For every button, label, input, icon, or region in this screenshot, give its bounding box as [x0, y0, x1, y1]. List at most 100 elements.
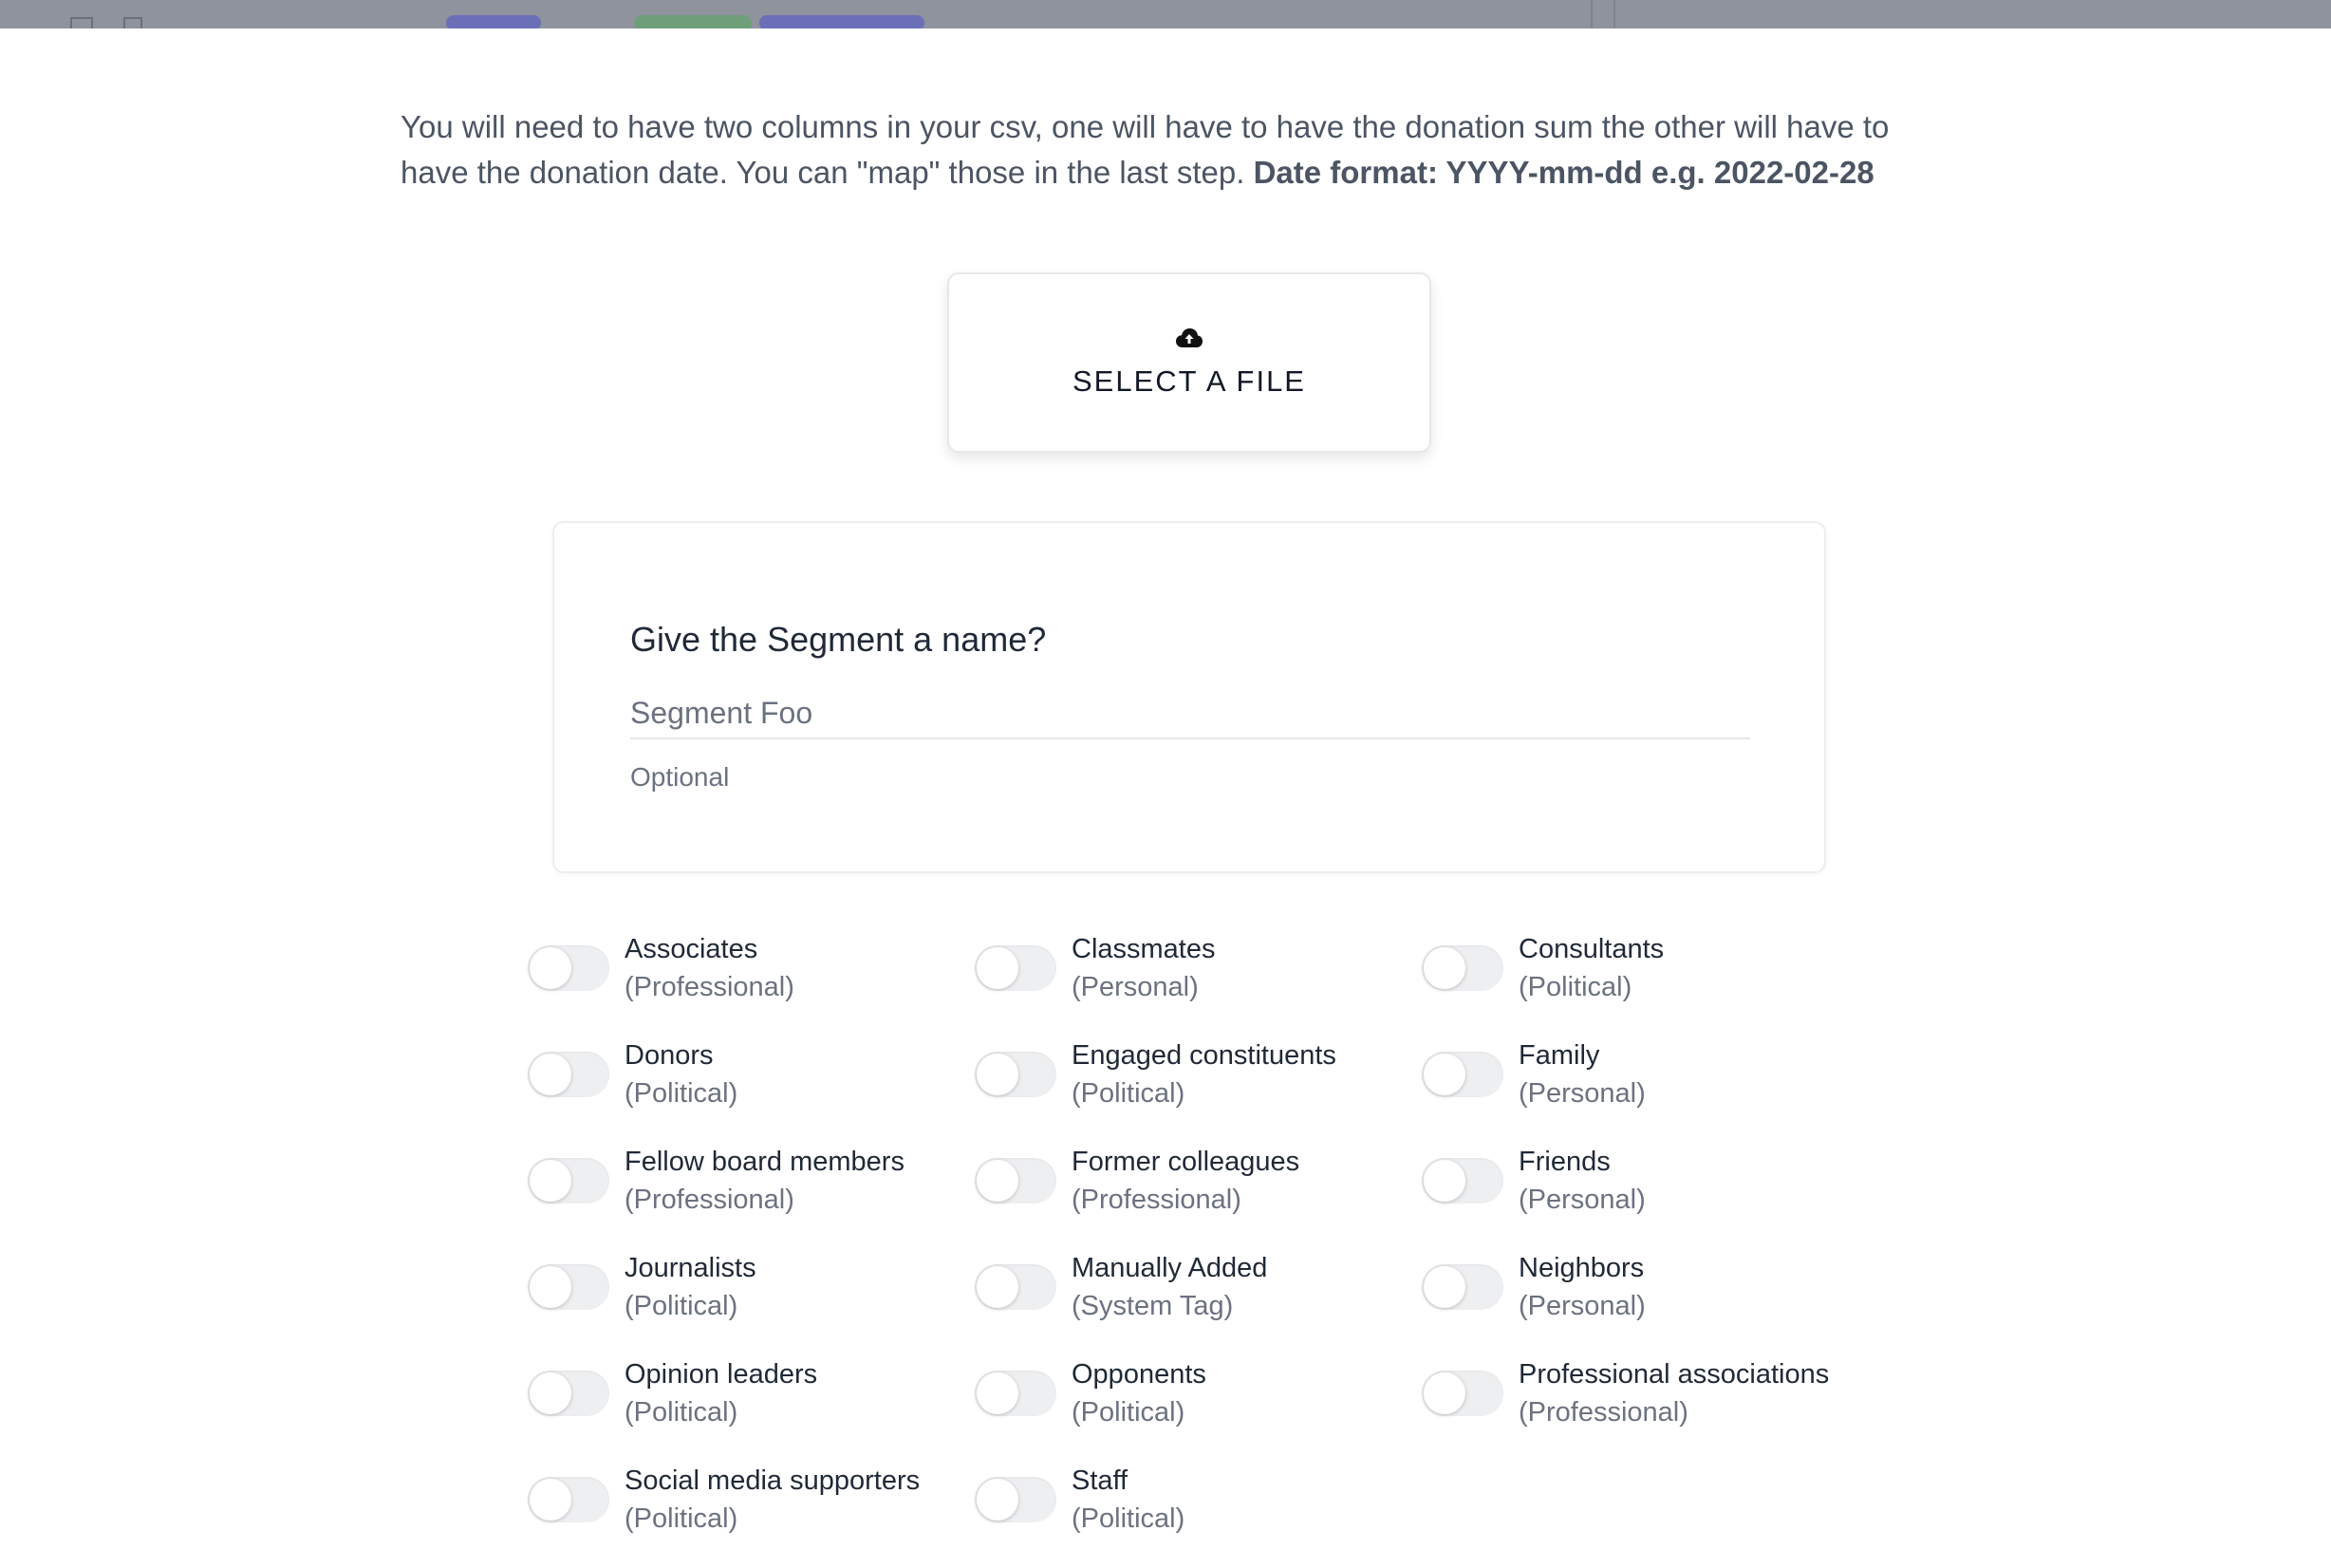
tag-name: Manually Added: [1072, 1253, 1268, 1283]
tag-category: (Professional): [1519, 1397, 1688, 1428]
tag-text: Opponents (Political): [1072, 1355, 1206, 1431]
toggle-knob: [1424, 947, 1465, 989]
tag-text: Manually Added (System Tag): [1072, 1249, 1267, 1325]
tag-toggle-item[interactable]: Friends (Personal): [1422, 1143, 1869, 1249]
background-overlay: [0, 0, 2331, 28]
toggle-knob: [1424, 1160, 1465, 1202]
tag-category: (Professional): [1072, 1185, 1241, 1215]
tag-toggle-item[interactable]: Manually Added (System Tag): [975, 1249, 1422, 1355]
toggle-switch[interactable]: [975, 1477, 1056, 1522]
toggle-switch[interactable]: [528, 1158, 609, 1204]
tag-toggle-item[interactable]: Fellow board members (Professional): [528, 1143, 975, 1249]
background-divider: [1591, 0, 1593, 28]
toggle-switch[interactable]: [1422, 1371, 1503, 1416]
tag-category: (Political): [1519, 972, 1632, 1002]
toggle-switch[interactable]: [975, 1371, 1056, 1416]
tag-toggle-item[interactable]: Professional associations (Professional): [1422, 1355, 1869, 1462]
tag-name: Classmates: [1072, 934, 1216, 964]
tag-toggle-item[interactable]: Associates (Professional): [528, 930, 975, 1036]
tag-category: (Political): [1072, 1078, 1185, 1109]
tag-text: Fellow board members (Professional): [625, 1143, 904, 1219]
toggle-knob: [977, 1054, 1018, 1095]
toggle-knob: [1424, 1054, 1465, 1095]
toggle-knob: [530, 1372, 571, 1414]
toggle-knob: [977, 1479, 1018, 1521]
tag-toggle-list: Associates (Professional) Classmates (Perso…: [528, 930, 1875, 1568]
segment-name-question: Give the Segment a name?: [630, 620, 1047, 659]
tag-name: Opponents: [1072, 1359, 1206, 1390]
tag-text: Classmates (Personal): [1072, 930, 1216, 1006]
tag-category: (Political): [625, 1503, 738, 1534]
toggle-switch[interactable]: [1422, 1158, 1503, 1204]
cloud-upload-icon: [1176, 328, 1203, 347]
background-badge: [634, 15, 752, 28]
tag-toggle-item[interactable]: Staff (Political): [975, 1462, 1422, 1568]
toggle-switch[interactable]: [528, 1477, 609, 1522]
select-file-label: SELECT A FILE: [1072, 364, 1306, 398]
toggle-switch[interactable]: [1422, 945, 1503, 991]
toggle-knob: [530, 1054, 571, 1095]
background-badge: [759, 15, 924, 28]
toggle-switch[interactable]: [528, 945, 609, 991]
tag-name: Engaged constituents: [1072, 1040, 1336, 1071]
tag-category: (Political): [625, 1078, 738, 1109]
tag-category: (Personal): [1519, 1291, 1646, 1321]
tag-toggle-item[interactable]: Consultants (Political): [1422, 930, 1869, 1036]
tag-text: Staff (Political): [1072, 1462, 1184, 1538]
tag-name: Journalists: [625, 1253, 756, 1283]
toggle-switch[interactable]: [528, 1264, 609, 1310]
toggle-switch[interactable]: [975, 945, 1056, 991]
tag-text: Associates (Professional): [625, 930, 794, 1006]
import-donations-sheet: You will need to have two columns in you…: [0, 28, 2331, 1547]
select-file-button[interactable]: SELECT A FILE: [947, 272, 1431, 453]
tag-toggle-item[interactable]: Donors (Political): [528, 1036, 975, 1143]
trash-icon: [123, 17, 142, 28]
toggle-knob: [530, 1160, 571, 1202]
toggle-knob: [977, 1372, 1018, 1414]
toggle-knob: [530, 1266, 571, 1308]
tag-toggle-item[interactable]: Opponents (Political): [975, 1355, 1422, 1462]
tag-text: Family (Personal): [1519, 1036, 1646, 1112]
tag-name: Friends: [1519, 1147, 1611, 1177]
toggle-switch[interactable]: [975, 1264, 1056, 1310]
toggle-knob: [1424, 1266, 1465, 1308]
tag-category: (Personal): [1519, 1078, 1646, 1109]
segment-name-input[interactable]: [630, 688, 1750, 739]
tag-toggle-item[interactable]: Neighbors (Personal): [1422, 1249, 1869, 1355]
toggle-knob: [977, 1266, 1018, 1308]
tag-text: Neighbors (Personal): [1519, 1249, 1646, 1325]
tag-text: Friends (Personal): [1519, 1143, 1646, 1219]
background-badge: [446, 15, 541, 28]
tag-text: Opinion leaders (Political): [625, 1355, 817, 1431]
tag-text: Donors (Political): [625, 1036, 737, 1112]
tag-toggle-item[interactable]: Opinion leaders (Political): [528, 1355, 975, 1462]
tag-toggle-item[interactable]: Former colleagues (Professional): [975, 1143, 1422, 1249]
tag-category: (Political): [1072, 1397, 1185, 1428]
tag-name: Donors: [625, 1040, 714, 1071]
tag-name: Family: [1519, 1040, 1600, 1071]
toggle-knob: [977, 947, 1018, 989]
tag-category: (Political): [625, 1291, 738, 1321]
background-divider: [1613, 0, 1615, 28]
tag-name: Fellow board members: [625, 1147, 904, 1177]
toggle-switch[interactable]: [528, 1052, 609, 1097]
tag-toggle-item[interactable]: Social media supporters (Political): [528, 1462, 975, 1568]
toggle-switch[interactable]: [975, 1052, 1056, 1097]
tag-toggle-item[interactable]: Family (Personal): [1422, 1036, 1869, 1143]
toggle-switch[interactable]: [1422, 1264, 1503, 1310]
toggle-knob: [1424, 1372, 1465, 1414]
tag-toggle-item[interactable]: Journalists (Political): [528, 1249, 975, 1355]
toggle-switch[interactable]: [1422, 1052, 1503, 1097]
tag-text: Engaged constituents (Political): [1072, 1036, 1336, 1112]
tag-toggle-item[interactable]: Classmates (Personal): [975, 930, 1422, 1036]
tag-text: Consultants (Political): [1519, 930, 1664, 1006]
tag-category: (Personal): [1072, 972, 1199, 1002]
tag-category: (Personal): [1519, 1185, 1646, 1215]
instructions-text: You will need to have two columns in you…: [401, 104, 1957, 196]
tag-name: Former colleagues: [1072, 1147, 1300, 1177]
tag-name: Social media supporters: [625, 1465, 921, 1496]
toggle-switch[interactable]: [975, 1158, 1056, 1204]
tag-toggle-item[interactable]: Engaged constituents (Political): [975, 1036, 1422, 1143]
tag-name: Opinion leaders: [625, 1359, 818, 1390]
toggle-switch[interactable]: [528, 1371, 609, 1416]
